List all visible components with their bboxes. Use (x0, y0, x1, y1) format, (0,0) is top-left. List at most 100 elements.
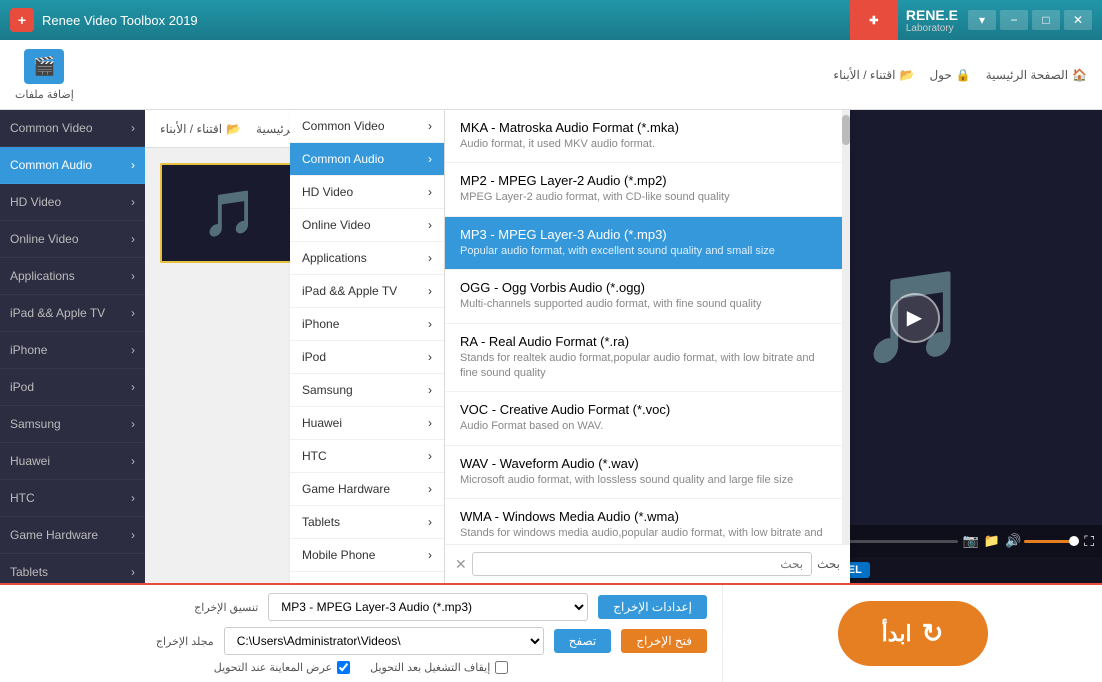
menu-tablets-label: Tablets (302, 515, 340, 529)
search-clear-button[interactable]: ✕ (455, 556, 467, 573)
nav-item-htc[interactable]: HTC › (0, 480, 145, 517)
dropdown-btn[interactable]: ▾ (968, 10, 996, 30)
iphone-label: iPhone (10, 343, 47, 357)
titlebar-right: ✚ RENE.E Laboratory ▾ − □ ✕ (850, 0, 1092, 44)
volume-bar[interactable] (1024, 540, 1079, 543)
format-item-mp2[interactable]: MP2 - MPEG Layer-2 Audio (*.mp2) MPEG La… (445, 163, 850, 216)
home-button[interactable]: 🏠 الصفحة الرئيسية (986, 68, 1087, 82)
preview-music-area: 🎵 ▶ (858, 265, 970, 370)
play-button[interactable]: ▶ (890, 293, 940, 343)
arrow-icon-9: › (131, 454, 135, 468)
open-folder-button[interactable]: فتح الإخراج (621, 629, 707, 653)
menu-hd-video[interactable]: HD Video › (290, 176, 444, 209)
nav-item-hd-video[interactable]: HD Video › (0, 184, 145, 221)
menu-samsung[interactable]: Samsung › (290, 374, 444, 407)
arrow-icon-4: › (131, 269, 135, 283)
show-progress-checkbox[interactable] (337, 661, 350, 674)
menu-game-hardware[interactable]: Game Hardware › (290, 473, 444, 506)
arrow-icon-11: › (131, 528, 135, 542)
start-button[interactable]: ↻ ابدأ (838, 601, 988, 666)
menu-arrow-9: › (428, 416, 432, 430)
close-btn[interactable]: ✕ (1064, 10, 1092, 30)
format-scrollbar[interactable] (842, 110, 850, 544)
format-mka-desc: Audio format, it used MKV audio format. (460, 137, 835, 152)
format-item-wav[interactable]: WAV - Waveform Audio (*.wav) Microsoft a… (445, 446, 850, 499)
nav-item-samsung[interactable]: Samsung › (0, 406, 145, 443)
menu-tablets[interactable]: Tablets › (290, 506, 444, 539)
menu-htc[interactable]: HTC › (290, 440, 444, 473)
format-item-ra[interactable]: RA - Real Audio Format (*.ra) Stands for… (445, 324, 850, 393)
nav-item-online-video[interactable]: Online Video › (0, 221, 145, 258)
format-list-scroll[interactable]: MKA - Matroska Audio Format (*.mka) Audi… (445, 110, 850, 544)
menu-ipod[interactable]: iPod › (290, 341, 444, 374)
menu-arrow-3: › (428, 218, 432, 232)
nav-item-applications[interactable]: Applications › (0, 258, 145, 295)
bottom-left: إعدادات الإخراج MKA - Matroska Audio For… (0, 585, 722, 682)
output-dir-label: مجلد الإخراج (156, 635, 214, 648)
add-files-button[interactable]: 🎬 إضافة ملفات (15, 49, 74, 101)
arrow-icon-8: › (131, 417, 135, 431)
stop-after-checkbox[interactable] (495, 661, 508, 674)
nav-item-game-hardware[interactable]: Game Hardware › (0, 517, 145, 554)
nav-item-ipad[interactable]: iPad && Apple TV › (0, 295, 145, 332)
arrow-icon-7: › (131, 380, 135, 394)
renee-subtitle: Laboratory (906, 23, 958, 34)
expand-icon[interactable]: ⛶ (1084, 533, 1094, 550)
htc-label: HTC (10, 491, 35, 505)
acquire-button[interactable]: 📂 اقتناء / الأبناء (833, 68, 914, 82)
format-item-mp3[interactable]: MP3 - MPEG Layer-3 Audio (*.mp3) Popular… (445, 217, 850, 270)
app-title: Renee Video Toolbox 2019 (42, 13, 198, 28)
arrow-icon-6: › (131, 343, 135, 357)
center-open-btn[interactable]: 📂 اقتناء / الأبناء (160, 122, 241, 136)
menu-huawei[interactable]: Huawei › (290, 407, 444, 440)
acquire-label: اقتناء / الأبناء (833, 68, 895, 82)
common-audio-label: Common Audio (10, 158, 92, 172)
menu-arrow-12: › (428, 515, 432, 529)
nav-item-common-audio[interactable]: Common Audio › (0, 147, 145, 184)
about-button[interactable]: 🔒 حول (929, 68, 970, 82)
toolbar: 🎬 إضافة ملفات 🏠 الصفحة الرئيسية 🔒 حول 📂 … (0, 40, 1102, 110)
open-icon: 📂 (899, 68, 914, 82)
nav-item-ipod[interactable]: iPod › (0, 369, 145, 406)
format-item-mka[interactable]: MKA - Matroska Audio Format (*.mka) Audi… (445, 110, 850, 163)
menu-game-label: Game Hardware (302, 482, 390, 496)
left-nav: Common Video › Common Audio › HD Video ›… (0, 110, 145, 583)
menu-common-video-label: Common Video (302, 119, 385, 133)
menu-arrow-13: › (428, 548, 432, 562)
menu-common-audio[interactable]: Common Audio › (290, 143, 444, 176)
nav-item-iphone[interactable]: iPhone › (0, 332, 145, 369)
menu-media-player[interactable]: Media Player › (290, 572, 444, 583)
format-select[interactable]: MKA - Matroska Audio Format (*.mka)MP2 -… (268, 593, 588, 621)
menu-mediap-label: Media Player (302, 581, 372, 583)
menu-applications[interactable]: Applications › (290, 242, 444, 275)
path-select[interactable]: C:\Users\Administrator\Videos\ (224, 627, 544, 655)
about-label: حول (929, 68, 951, 82)
menu-online-video[interactable]: Online Video › (290, 209, 444, 242)
search-input[interactable] (472, 552, 812, 576)
menu-mobile[interactable]: Mobile Phone › (290, 539, 444, 572)
menu-htc-label: HTC (302, 449, 327, 463)
nav-item-tablets[interactable]: Tablets › (0, 554, 145, 583)
format-item-ogg[interactable]: OGG - Ogg Vorbis Audio (*.ogg) Multi-cha… (445, 270, 850, 323)
nav-item-common-video[interactable]: Common Video › (0, 110, 145, 147)
titlebar-controls: ▾ − □ ✕ (968, 10, 1092, 30)
maximize-btn[interactable]: □ (1032, 10, 1060, 30)
menu-common-video[interactable]: Common Video › (290, 110, 444, 143)
format-item-wma[interactable]: WMA - Windows Media Audio (*.wma) Stands… (445, 499, 850, 544)
menu-ipad[interactable]: iPad && Apple TV › (290, 275, 444, 308)
output-dir-row: فتح الإخراج تصفح C:\Users\Administrator\… (15, 627, 707, 655)
format-mp3-name: MP3 - MPEG Layer-3 Audio (*.mp3) (460, 227, 835, 242)
format-voc-name: VOC - Creative Audio Format (*.voc) (460, 402, 835, 417)
menu-arrow-2: › (428, 185, 432, 199)
format-item-voc[interactable]: VOC - Creative Audio Format (*.voc) Audi… (445, 392, 850, 445)
nav-item-huawei[interactable]: Huawei › (0, 443, 145, 480)
center-panel: 🏠 الصفحة الرئيسية 📂 اقتناء / الأبناء 🎵 (145, 110, 727, 583)
browse-button[interactable]: تصفح (554, 629, 612, 653)
menu-iphone[interactable]: iPhone › (290, 308, 444, 341)
center-open-label: اقتناء / الأبناء (160, 122, 222, 136)
format-menu-overlay: Common Video › Common Audio › HD Video ›… (290, 110, 850, 583)
output-settings-button[interactable]: إعدادات الإخراج (598, 595, 707, 619)
menu-arrow-4: › (428, 251, 432, 265)
minimize-btn[interactable]: − (1000, 10, 1028, 30)
app-logo: + (10, 8, 34, 32)
